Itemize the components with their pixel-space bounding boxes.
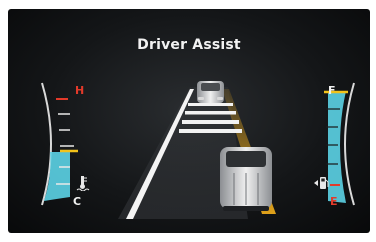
fuel-gauge-bezel xyxy=(344,82,355,206)
fuel-pump-icon xyxy=(314,177,329,189)
fuel-gauge-fill xyxy=(328,91,346,203)
fuel-full-label: F xyxy=(328,84,336,97)
fuel-gauge xyxy=(324,82,355,206)
fuel-empty-label: E xyxy=(330,195,338,208)
instrument-cluster-screen: Driver Assist H C F E xyxy=(8,9,370,233)
